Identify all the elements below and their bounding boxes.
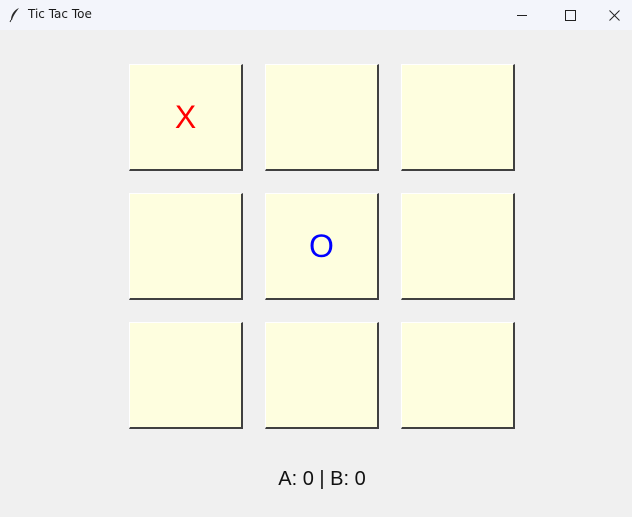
board-cell-8[interactable] [265,322,379,429]
close-icon [608,9,620,21]
board-cell-6[interactable] [401,193,515,300]
board-cell-2[interactable] [265,64,379,171]
board-cell-9[interactable] [401,322,515,429]
app-window: Tic Tac Toe X O A: 0 | B: 0 [0,0,632,517]
minimize-icon [517,14,527,16]
maximize-icon [564,9,576,21]
board-cell-7[interactable] [129,322,243,429]
board-cell-4[interactable] [129,193,243,300]
board-cell-5[interactable]: O [265,193,379,300]
window-title: Tic Tac Toe [28,7,92,21]
score-label: A: 0 | B: 0 [278,468,366,490]
title-bar[interactable]: Tic Tac Toe [0,0,632,30]
board-cell-3[interactable] [401,64,515,171]
close-button[interactable] [596,0,632,30]
minimize-button[interactable] [500,0,544,30]
board-cell-1[interactable]: X [129,64,243,171]
feather-icon [9,8,19,23]
maximize-button[interactable] [548,0,592,30]
